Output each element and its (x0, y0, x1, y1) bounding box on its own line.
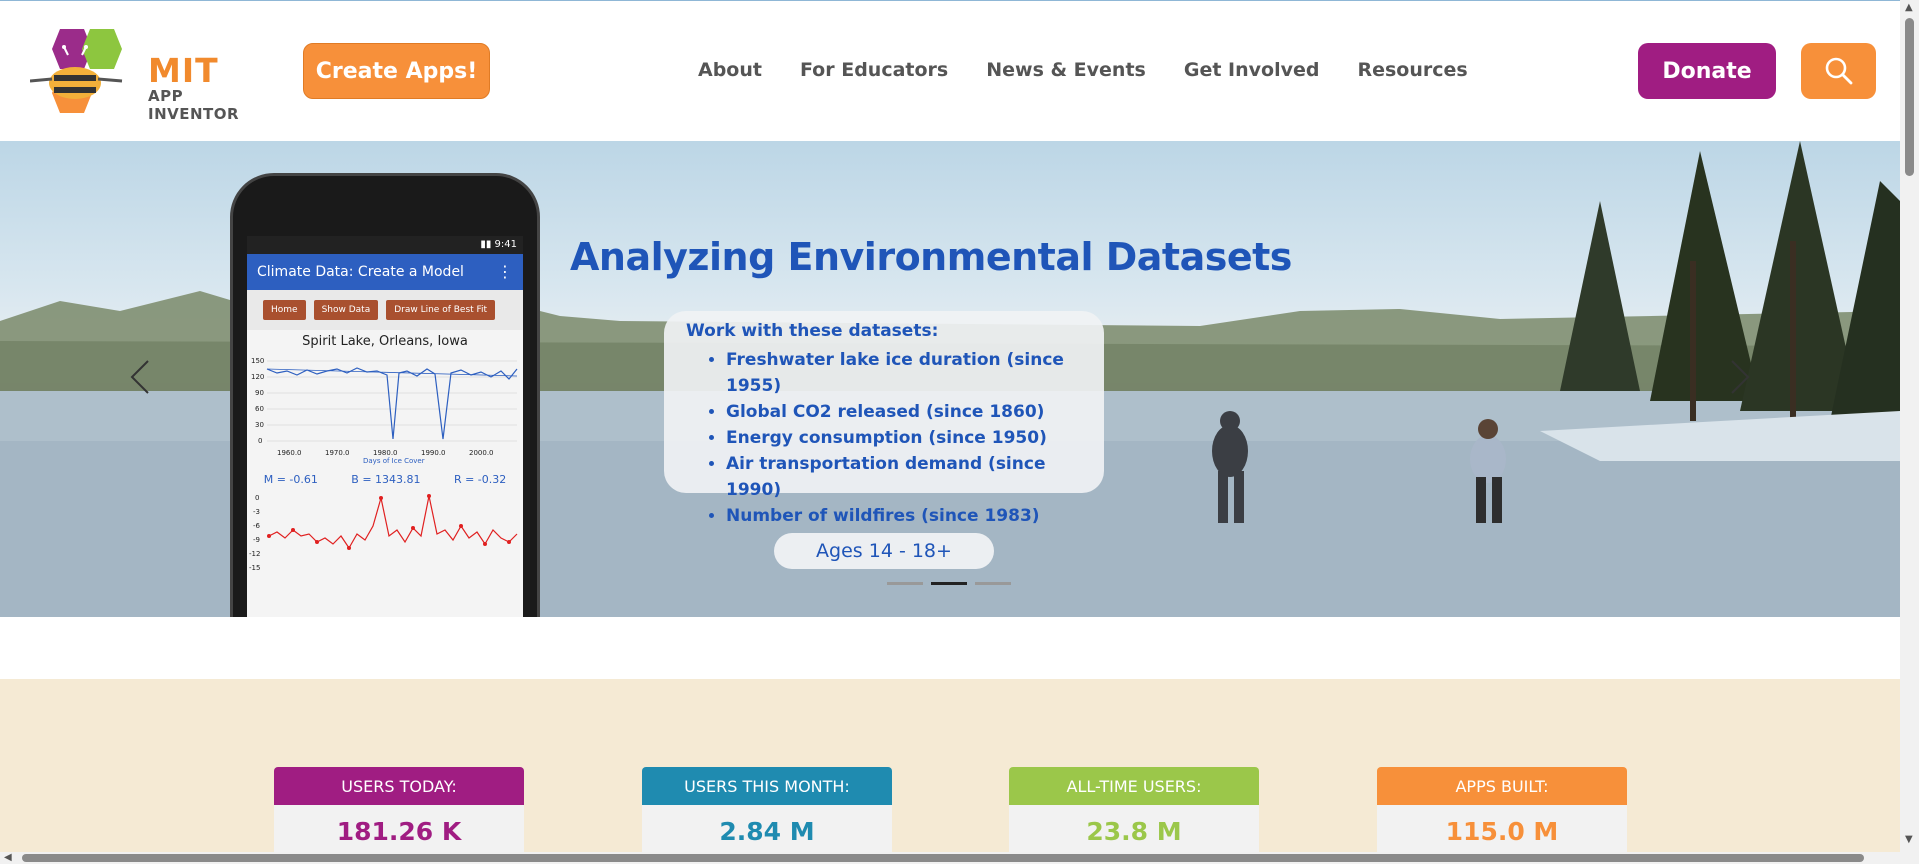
y2-tick-3: -3 (253, 508, 260, 516)
datasets-box: Work with these datasets: Freshwater lak… (664, 311, 1104, 526)
logo[interactable]: MIT APP INVENTOR (29, 25, 270, 123)
y-tick-0: 0 (258, 437, 262, 445)
y2-tick-12: -12 (249, 550, 260, 558)
phone-ice-chart: 150 120 90 60 30 0 1960.0 1970.0 1980.0 … (251, 357, 518, 465)
y2-tick-0: 0 (255, 494, 259, 502)
stat-value: 115.0 M (1377, 805, 1627, 857)
stat-users-today: USERS TODAY: 181.26 K (274, 767, 524, 857)
stat-label: USERS THIS MONTH: (642, 767, 892, 805)
x-tick-1970: 1970.0 (325, 449, 350, 457)
hero-title: Analyzing Environmental Datasets (570, 235, 1292, 279)
phone-chart-title: Spirit Lake, Orleans, Iowa (302, 334, 468, 349)
dataset-item: Air transportation demand (since 1990) (726, 451, 1082, 503)
stat-users-this-month: USERS THIS MONTH: 2.84 M (642, 767, 892, 857)
carousel-prev-arrow[interactable] (128, 357, 152, 406)
scroll-up-icon[interactable]: ▲ (1905, 2, 1913, 13)
phone-residual-chart: 0 -3 -6 -9 -12 -15 (249, 494, 518, 572)
scroll-left-icon[interactable]: ◀ (4, 852, 12, 863)
stat-b: B = 1343.81 (351, 473, 421, 486)
dataset-item: Energy consumption (since 1950) (726, 425, 1082, 451)
carousel-indicator-1[interactable] (887, 582, 923, 585)
carousel-indicator-3[interactable] (975, 582, 1011, 585)
carousel-indicator-2[interactable] (931, 582, 967, 585)
horizontal-scrollbar[interactable]: ◀ (0, 852, 1900, 864)
hero-carousel: ▮▮ 9:41 Climate Data: Create a Model ⋮ H… (0, 141, 1900, 617)
datasets-list: Freshwater lake ice duration (since 1955… (686, 347, 1082, 529)
stat-value: 181.26 K (274, 805, 524, 857)
donate-button[interactable]: Donate (1638, 43, 1776, 99)
phone-app-bar: Climate Data: Create a Model ⋮ (247, 254, 523, 290)
stat-apps-built: APPS BUILT: 115.0 M (1377, 767, 1627, 857)
chevron-left-icon (130, 360, 149, 394)
create-apps-button[interactable]: Create Apps! (303, 43, 490, 99)
ages-badge: Ages 14 - 18+ (774, 533, 994, 569)
nav-for-educators[interactable]: For Educators (800, 59, 948, 81)
stat-r: R = -0.32 (453, 473, 507, 486)
search-button[interactable] (1801, 43, 1876, 99)
y2-tick-9: -9 (253, 536, 260, 544)
stat-label: APPS BUILT: (1377, 767, 1627, 805)
phone-screen: ▮▮ 9:41 Climate Data: Create a Model ⋮ H… (247, 236, 523, 617)
phone-home-button: Home (263, 300, 306, 320)
phone-mockup: ▮▮ 9:41 Climate Data: Create a Model ⋮ H… (230, 173, 540, 617)
x-tick-1980: 1980.0 (373, 449, 398, 457)
phone-regression-stats: M = -0.61 B = 1343.81 R = -0.32 (247, 473, 523, 486)
dataset-item: Freshwater lake ice duration (since 1955… (726, 347, 1082, 399)
y-tick-120: 120 (251, 373, 264, 381)
search-icon (1825, 57, 1852, 85)
phone-app-title: Climate Data: Create a Model (257, 264, 464, 280)
overflow-menu-icon: ⋮ (497, 262, 513, 281)
dataset-item: Global CO2 released (since 1860) (726, 399, 1082, 425)
stat-value: 23.8 M (1009, 805, 1259, 857)
y2-tick-15: -15 (249, 564, 260, 572)
phone-status-bar: ▮▮ 9:41 (247, 236, 523, 254)
carousel-next-arrow[interactable] (1728, 357, 1752, 406)
main-nav: About For Educators News & Events Get In… (698, 59, 1468, 81)
chevron-right-icon (1731, 360, 1750, 394)
dataset-item: Number of wildfires (since 1983) (726, 503, 1082, 529)
stat-label: USERS TODAY: (274, 767, 524, 805)
y2-tick-6: -6 (253, 522, 261, 530)
phone-show-data-button: Show Data (313, 300, 379, 320)
usage-stats-section: USERS TODAY: 181.26 K USERS THIS MONTH: … (0, 679, 1900, 857)
carousel-indicators (887, 582, 1011, 585)
scroll-down-icon[interactable]: ▼ (1905, 834, 1913, 845)
signal-battery-icon: ▮▮ (480, 239, 495, 250)
stat-value: 2.84 M (642, 805, 892, 857)
site-header: MIT APP INVENTOR Create Apps! About For … (0, 1, 1900, 141)
y-tick-30: 30 (255, 421, 264, 429)
nav-about[interactable]: About (698, 59, 762, 81)
nav-resources[interactable]: Resources (1357, 59, 1467, 81)
horizontal-scroll-thumb[interactable] (22, 854, 1864, 862)
logo-text-app-inventor: APP INVENTOR (148, 87, 240, 123)
x-tick-1990: 1990.0 (421, 449, 446, 457)
y-tick-60: 60 (255, 405, 264, 413)
phone-best-fit-button: Draw Line of Best Fit (386, 300, 496, 320)
x-tick-1960: 1960.0 (277, 449, 302, 457)
logo-bee-icon (29, 29, 123, 113)
phone-buttons: Home Show Data Draw Line of Best Fit (247, 290, 523, 330)
logo-text-mit: MIT (148, 51, 219, 90)
stat-label: ALL-TIME USERS: (1009, 767, 1259, 805)
datasets-heading: Work with these datasets: (686, 321, 939, 341)
y-tick-90: 90 (255, 389, 264, 397)
y-tick-150: 150 (251, 357, 264, 365)
nav-news-events[interactable]: News & Events (986, 59, 1146, 81)
nav-get-involved[interactable]: Get Involved (1184, 59, 1320, 81)
x-tick-2000: 2000.0 (469, 449, 494, 457)
chart-legend: Days of Ice Cover (363, 457, 425, 465)
stat-m: M = -0.61 (263, 473, 318, 486)
vertical-scroll-thumb[interactable] (1905, 18, 1914, 176)
vertical-scrollbar[interactable]: ▲ ▼ (1900, 0, 1919, 864)
phone-time: 9:41 (494, 239, 517, 250)
stat-all-time-users: ALL-TIME USERS: 23.8 M (1009, 767, 1259, 857)
